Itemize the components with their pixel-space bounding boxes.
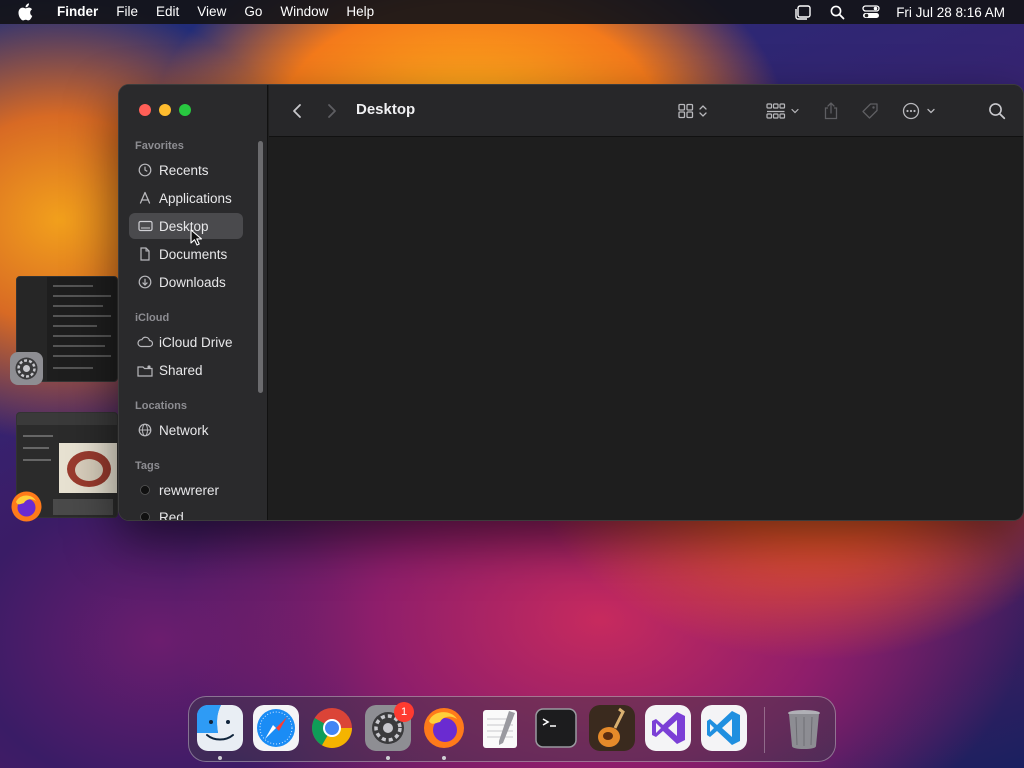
dock-trash-icon[interactable] [781, 705, 827, 751]
dock: 1 [188, 696, 836, 762]
sidebar-item-shared[interactable]: Shared [129, 357, 243, 383]
finder-sidebar: Favorites Recents Applications Desktop D… [119, 85, 268, 520]
sidebar-item-icloud-drive[interactable]: iCloud Drive [129, 329, 243, 355]
sidebar-section-locations: Locations [135, 400, 187, 412]
menu-go[interactable]: Go [235, 0, 271, 24]
sidebar-item-tag-red[interactable]: Red [129, 504, 243, 520]
menu-finder[interactable]: Finder [49, 0, 107, 24]
applications-icon [137, 190, 153, 206]
action-menu-button[interactable] [901, 100, 937, 122]
sidebar-item-downloads[interactable]: Downloads [129, 269, 243, 295]
cloud-icon [137, 334, 153, 350]
menu-edit[interactable]: Edit [147, 0, 188, 24]
dock-running-indicator [386, 756, 390, 760]
sidebar-item-documents[interactable]: Documents [129, 241, 243, 267]
minimize-button[interactable] [159, 104, 171, 116]
system-settings-icon[interactable] [10, 352, 43, 385]
dock-running-indicator [442, 756, 446, 760]
menu-view[interactable]: View [188, 0, 235, 24]
menu-extras: Fri Jul 28 8:16 AM [786, 0, 1024, 24]
dock-vscode-icon[interactable] [701, 705, 747, 751]
finder-toolbar: Desktop [269, 85, 1023, 137]
dock-textedit-icon[interactable] [477, 705, 523, 751]
back-button[interactable] [289, 100, 305, 122]
menu-clock[interactable]: Fri Jul 28 8:16 AM [896, 5, 1005, 20]
tag-dot-icon [137, 482, 153, 498]
menu-bar: Finder File Edit View Go Window Help Fri… [0, 0, 1024, 24]
clock-icon [137, 162, 153, 178]
file-content-area[interactable] [269, 138, 1023, 520]
document-icon [137, 246, 153, 262]
download-icon [137, 274, 153, 290]
sidebar-scrollbar[interactable] [258, 141, 263, 393]
apple-icon[interactable] [17, 2, 37, 22]
menu-file[interactable]: File [107, 0, 147, 24]
notification-badge: 1 [394, 702, 414, 722]
dock-chrome-icon[interactable] [309, 705, 355, 751]
control-center-icon[interactable] [860, 1, 882, 23]
dock-visual-studio-icon[interactable] [645, 705, 691, 751]
spotlight-icon[interactable] [826, 1, 848, 23]
folder-title: Desktop [356, 101, 416, 118]
sidebar-section-tags: Tags [135, 460, 160, 472]
sidebar-section-favorites: Favorites [135, 140, 184, 152]
dock-firefox-icon[interactable] [421, 705, 467, 751]
share-button[interactable] [822, 100, 840, 122]
globe-icon [137, 422, 153, 438]
close-button[interactable] [139, 104, 151, 116]
tag-button[interactable] [859, 100, 881, 122]
finder-window: Favorites Recents Applications Desktop D… [118, 84, 1024, 521]
dock-running-indicator [218, 756, 222, 760]
dock-separator [764, 707, 765, 753]
sidebar-section-icloud: iCloud [135, 312, 170, 324]
group-by-button[interactable] [765, 100, 803, 122]
sidebar-item-desktop[interactable]: Desktop [129, 213, 243, 239]
sidebar-item-network[interactable]: Network [129, 417, 243, 443]
zoom-button[interactable] [179, 104, 191, 116]
dock-safari-icon[interactable] [253, 705, 299, 751]
dock-garageband-icon[interactable] [589, 705, 635, 751]
dock-finder-icon[interactable] [197, 705, 243, 751]
tag-dot-icon [137, 509, 153, 520]
forward-button[interactable] [324, 100, 340, 122]
menu-help[interactable]: Help [337, 0, 383, 24]
desktop-icon [137, 218, 153, 234]
mouse-cursor-icon [190, 229, 204, 247]
shared-folder-icon [137, 362, 153, 378]
firefox-icon[interactable] [10, 490, 43, 523]
view-mode-button[interactable] [677, 100, 713, 122]
menu-window[interactable]: Window [271, 0, 337, 24]
sidebar-item-tag-rewwrerer[interactable]: rewwrerer [129, 477, 243, 503]
dock-terminal-icon[interactable] [533, 705, 579, 751]
stage-manager-icon[interactable] [792, 1, 814, 23]
search-icon[interactable] [987, 100, 1007, 122]
sidebar-item-applications[interactable]: Applications [129, 185, 243, 211]
sidebar-item-recents[interactable]: Recents [129, 157, 243, 183]
